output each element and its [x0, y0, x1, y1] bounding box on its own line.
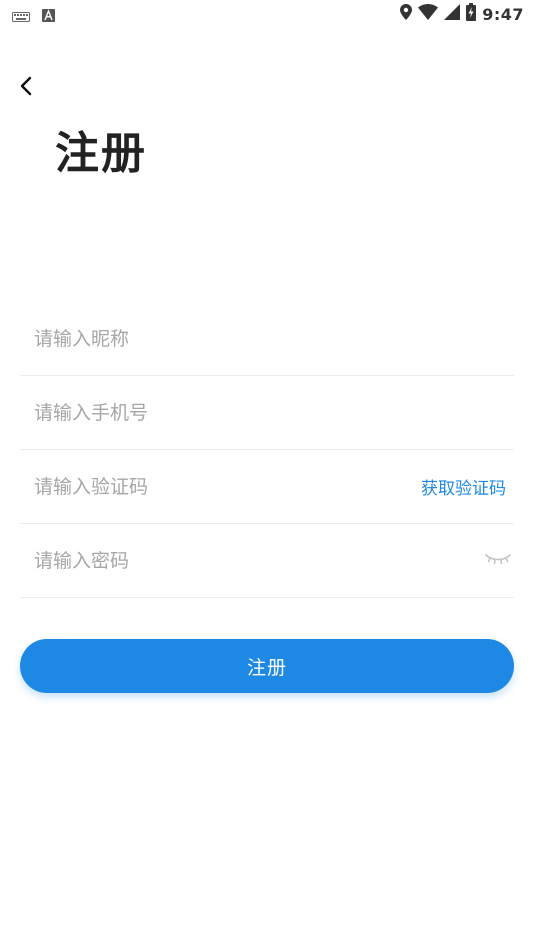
wifi-icon	[418, 3, 439, 24]
status-bar-left	[12, 7, 55, 26]
nickname-input[interactable]	[34, 302, 394, 375]
battery-icon	[466, 3, 477, 25]
nickname-field-row	[20, 302, 514, 376]
register-form: 获取验证码	[20, 302, 514, 598]
phone-input[interactable]	[34, 376, 394, 449]
register-submit-button[interactable]: 注册	[20, 639, 514, 693]
signal-icon	[444, 4, 461, 24]
chevron-left-icon	[19, 76, 33, 100]
password-field-row	[20, 524, 514, 598]
register-screen: 9:47 注册 获取验证码	[0, 0, 534, 950]
status-time: 9:47	[482, 4, 524, 24]
font-a-icon	[42, 7, 55, 26]
page-title: 注册	[55, 128, 147, 179]
status-bar-right: 9:47	[400, 3, 524, 25]
password-visibility-toggle[interactable]	[484, 546, 512, 574]
password-input[interactable]	[34, 524, 394, 597]
phone-field-row	[20, 376, 514, 450]
code-field-row: 获取验证码	[20, 450, 514, 524]
eye-closed-icon	[485, 551, 511, 570]
keyboard-icon	[12, 7, 30, 26]
back-button[interactable]	[12, 74, 40, 102]
verification-code-input[interactable]	[34, 450, 394, 523]
status-bar: 9:47	[0, 0, 534, 28]
location-icon	[400, 4, 413, 24]
get-code-button[interactable]: 获取验证码	[421, 450, 506, 523]
